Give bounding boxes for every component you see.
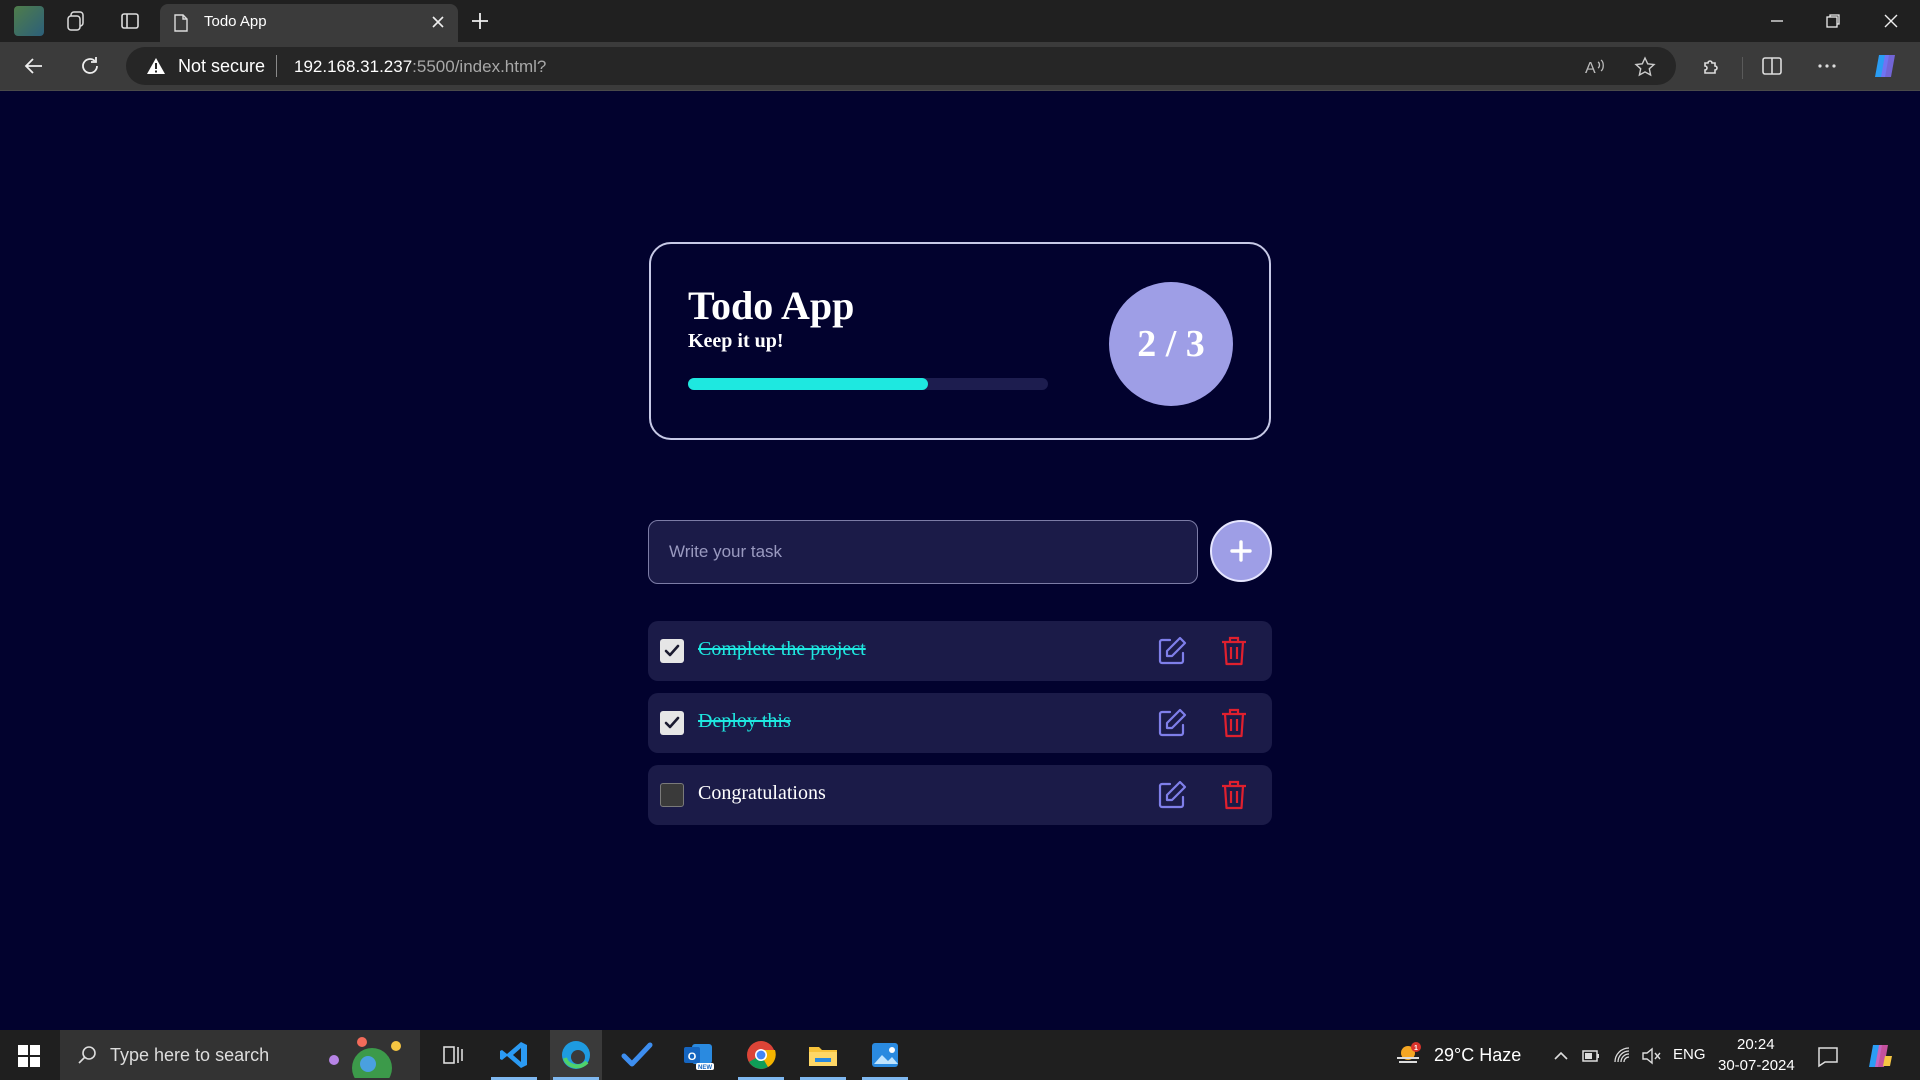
profile-avatar[interactable] [14, 6, 44, 36]
trash-icon[interactable] [1218, 707, 1250, 739]
todo-text: Congratulations [698, 782, 826, 804]
search-highlight-icon [329, 1037, 401, 1078]
tab-todo-app[interactable]: Todo App [160, 4, 458, 42]
edit-icon[interactable] [1156, 779, 1188, 811]
url-divider [276, 55, 277, 77]
copilot-taskbar-icon[interactable] [1866, 1042, 1894, 1070]
close-tab-icon[interactable] [428, 12, 448, 32]
stats-card: Todo App Keep it up! 2 / 3 [649, 242, 1271, 440]
url-path: :5500/index.html? [412, 57, 547, 76]
wifi-icon[interactable] [1612, 1045, 1634, 1067]
todo-item: Complete the project [648, 621, 1272, 681]
weather-text[interactable]: 29°C Haze [1434, 1045, 1521, 1066]
tab-title: Todo App [204, 13, 267, 30]
svg-text:1: 1 [1414, 1045, 1418, 1052]
clock-date[interactable]: 30-07-2024 [1718, 1057, 1795, 1074]
back-icon[interactable] [22, 54, 46, 78]
todo-text: Complete the project [698, 638, 866, 660]
page-icon [174, 14, 188, 32]
close-window-icon[interactable] [1878, 8, 1904, 34]
split-screen-icon[interactable] [1760, 54, 1784, 78]
windows-taskbar: Type here to search O NEW 1 29°C Haze ENG… [0, 1030, 1920, 1080]
vscode-icon[interactable] [497, 1038, 531, 1072]
warning-icon[interactable] [146, 57, 166, 75]
trash-icon[interactable] [1218, 779, 1250, 811]
workspaces-icon[interactable] [64, 9, 88, 33]
weather-haze-icon[interactable]: 1 [1394, 1042, 1422, 1068]
url-text[interactable]: 192.168.31.237:5500/index.html? [294, 57, 546, 77]
task-view-icon[interactable] [436, 1038, 470, 1072]
search-icon [78, 1046, 96, 1064]
app-subtitle: Keep it up! [688, 330, 784, 352]
battery-icon[interactable] [1580, 1045, 1602, 1067]
chrome-icon[interactable] [744, 1038, 778, 1072]
checkmark-icon [664, 644, 680, 657]
progress-fill [688, 378, 929, 390]
app-title: Todo App [688, 283, 855, 328]
edit-icon[interactable] [1156, 707, 1188, 739]
todo-checkbox[interactable] [660, 711, 684, 735]
task-input[interactable] [648, 520, 1198, 584]
todo-text: Deploy this [698, 710, 791, 732]
page-content: Todo App Keep it up! 2 / 3 Complete the … [0, 91, 1920, 1030]
address-bar[interactable]: Not secure 192.168.31.237:5500/index.htm… [126, 47, 1676, 85]
clock-time[interactable]: 20:24 [1737, 1036, 1775, 1053]
minimize-icon[interactable] [1764, 8, 1790, 34]
outlook-new-icon[interactable]: ONEW [682, 1038, 716, 1072]
tab-actions-icon[interactable] [118, 9, 142, 33]
refresh-icon[interactable] [78, 54, 102, 78]
search-placeholder: Type here to search [110, 1045, 270, 1065]
volume-muted-icon[interactable] [1640, 1045, 1662, 1067]
todo-item: Deploy this [648, 693, 1272, 753]
notifications-icon[interactable] [1816, 1045, 1840, 1069]
browser-toolbar: Not secure 192.168.31.237:5500/index.htm… [0, 42, 1920, 91]
todo-check-icon[interactable] [620, 1038, 654, 1072]
url-host: 192.168.31.237 [294, 57, 413, 76]
todo-item: Congratulations [648, 765, 1272, 825]
copilot-icon[interactable] [1870, 51, 1900, 81]
toolbar-divider [1742, 57, 1743, 79]
input-language[interactable]: ENG [1673, 1046, 1706, 1063]
todo-checkbox[interactable] [660, 639, 684, 663]
trash-icon[interactable] [1218, 635, 1250, 667]
checkmark-icon [664, 716, 680, 729]
todo-checkbox[interactable] [660, 783, 684, 807]
add-task-button[interactable] [1210, 520, 1272, 582]
todo-list: Complete the project Deploy this Congratul… [648, 621, 1272, 837]
read-aloud-icon[interactable]: A [1584, 56, 1606, 78]
favorite-star-icon[interactable] [1634, 56, 1656, 78]
more-options-icon[interactable] [1815, 54, 1839, 78]
svg-text:A: A [1585, 60, 1596, 77]
taskbar-search[interactable]: Type here to search [60, 1030, 420, 1080]
browser-titlebar: Todo App [0, 0, 1920, 42]
svg-text:NEW: NEW [698, 1065, 712, 1071]
security-status[interactable]: Not secure [178, 56, 265, 77]
progress-bar [688, 378, 1048, 390]
photos-icon[interactable] [868, 1038, 902, 1072]
task-counter: 2 / 3 [1109, 282, 1233, 406]
svg-text:O: O [688, 1051, 697, 1063]
windows-start-icon[interactable] [18, 1045, 40, 1067]
new-tab-icon[interactable] [468, 9, 492, 33]
extensions-icon[interactable] [1700, 54, 1724, 78]
edge-browser-icon[interactable] [559, 1038, 593, 1072]
restore-icon[interactable] [1820, 8, 1846, 34]
plus-icon [1230, 540, 1252, 562]
edit-icon[interactable] [1156, 635, 1188, 667]
file-explorer-icon[interactable] [806, 1038, 840, 1072]
chevron-up-icon[interactable] [1550, 1045, 1572, 1067]
